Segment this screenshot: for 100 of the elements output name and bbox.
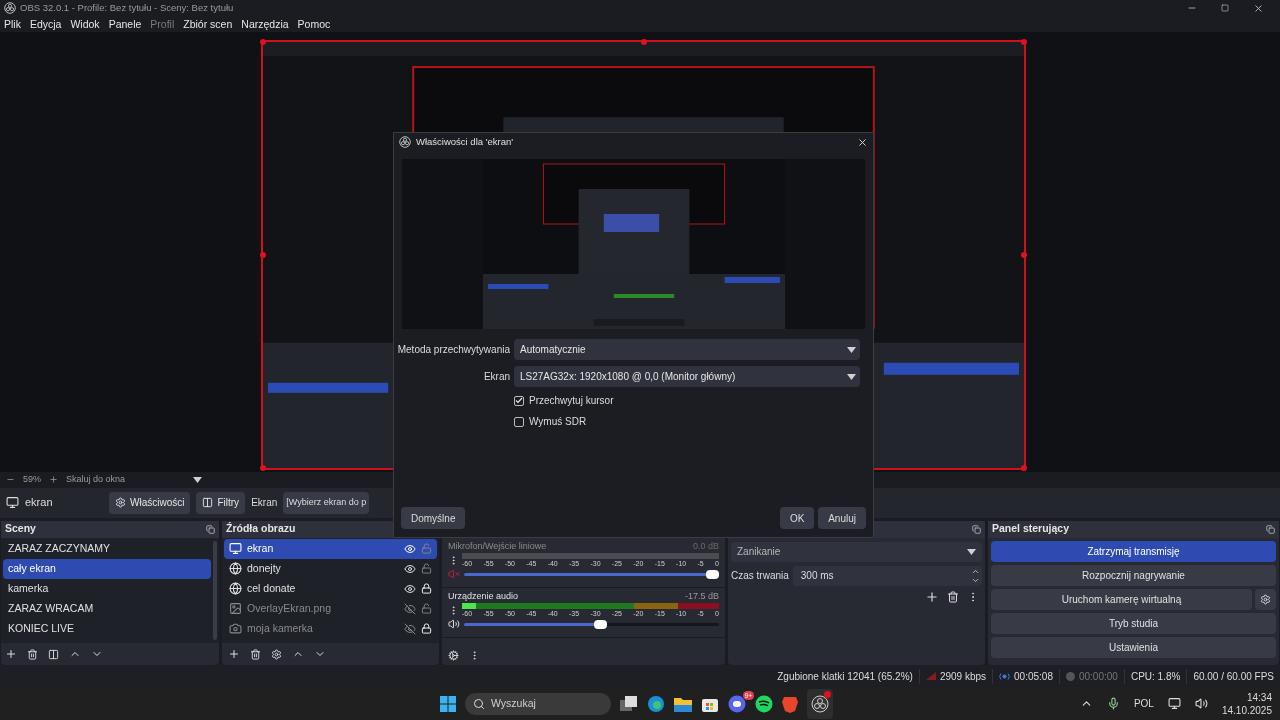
- source-item[interactable]: moja kamerka: [224, 618, 437, 639]
- volume-icon[interactable]: [1194, 697, 1208, 711]
- zoom-level: 59%: [23, 472, 41, 486]
- display-dropdown[interactable]: [Wybierz ekran do p: [283, 491, 370, 514]
- properties-button[interactable]: Właściwości: [109, 491, 191, 514]
- source-name: OverlayEkran.png: [247, 600, 333, 616]
- eye-off-icon[interactable]: [404, 602, 416, 615]
- window-title: OBS 32.0.1 - Profile: Bez tytułu - Sceny: Bez tytułu: [20, 1, 234, 16]
- stream-time: 00:05:08: [1014, 669, 1053, 684]
- microphone-icon[interactable]: [1106, 697, 1120, 711]
- streaming-icon: [999, 671, 1011, 681]
- channel-name: Mikrofon/Wejście liniowe: [448, 539, 547, 553]
- menu-item[interactable]: Plik: [4, 16, 21, 33]
- scene-item[interactable]: kamerka: [3, 578, 211, 599]
- eye-off-icon[interactable]: [404, 622, 416, 635]
- scene-item[interactable]: cały ekran: [3, 558, 211, 579]
- duration-label: Czas trwania: [731, 569, 789, 584]
- menu-item[interactable]: Edycja: [29, 16, 62, 33]
- menu-item[interactable]: Panele: [108, 16, 142, 33]
- windows-start-icon[interactable]: [440, 695, 456, 712]
- volume-slider[interactable]: [464, 572, 719, 576]
- menu-item[interactable]: Zbiór scen: [183, 16, 233, 33]
- control-button[interactable]: Uruchom kamerę wirtualną: [991, 588, 1252, 610]
- channel-reading: -17.5 dB: [684, 589, 719, 603]
- add-icon[interactable]: [228, 648, 240, 661]
- add-icon[interactable]: [5, 648, 17, 661]
- virtual-camera-settings-button[interactable]: [1255, 588, 1276, 610]
- menu-item[interactable]: Widok: [70, 16, 100, 33]
- delete-icon[interactable]: [250, 648, 261, 660]
- zoom-in-icon[interactable]: [49, 475, 58, 485]
- dock-title: Panel sterujący: [992, 521, 1070, 537]
- speaker-icon[interactable]: [448, 618, 460, 631]
- menu-item[interactable]: Narzędzia: [241, 16, 289, 33]
- source-name: moja kamerka: [247, 620, 314, 636]
- unlock-icon[interactable]: [421, 563, 432, 575]
- browser-icon[interactable]: [647, 694, 665, 713]
- control-button[interactable]: Tryb studia: [991, 612, 1276, 634]
- clock-time[interactable]: 14:34: [1246, 690, 1272, 704]
- delete-icon[interactable]: [947, 590, 959, 603]
- control-button[interactable]: Rozpocznij nagrywanie: [991, 564, 1276, 586]
- undock-icon[interactable]: [1266, 524, 1275, 534]
- music-app-icon[interactable]: [755, 694, 773, 713]
- source-item[interactable]: ekran: [224, 538, 437, 559]
- task-view-icon[interactable]: [620, 695, 638, 712]
- resize-handle[interactable]: [260, 38, 266, 45]
- network-icon[interactable]: [1167, 697, 1181, 711]
- scale-mode-dropdown[interactable]: Skaluj do okna: [66, 472, 202, 487]
- scene-item[interactable]: ZARAZ ZACZYNAMY: [3, 538, 211, 559]
- settings-icon[interactable]: [271, 648, 282, 660]
- search-icon: [473, 697, 485, 710]
- lock-icon[interactable]: [421, 623, 432, 635]
- bitrate-icon: [925, 672, 936, 681]
- lion-browser-icon[interactable]: [782, 694, 798, 713]
- delete-icon[interactable]: [27, 648, 38, 660]
- filter-icon[interactable]: [48, 648, 59, 660]
- dock-title: Sceny: [5, 521, 36, 537]
- volume-slider[interactable]: [464, 622, 719, 626]
- control-button[interactable]: Ustawienia: [991, 636, 1276, 658]
- volume-thumb[interactable]: [593, 619, 607, 629]
- recording-icon: [1065, 671, 1075, 681]
- cancel-button[interactable]: Anuluj: [818, 507, 866, 529]
- defaults-button[interactable]: Domyślne: [401, 507, 466, 529]
- scene-item[interactable]: ZARAZ WRACAM: [3, 598, 211, 619]
- settings-icon: [115, 497, 126, 509]
- volume-thumb[interactable]: [706, 569, 719, 579]
- undock-icon[interactable]: [206, 524, 215, 534]
- eye-icon[interactable]: [404, 582, 416, 595]
- source-item[interactable]: cel donate: [224, 578, 437, 599]
- source-item[interactable]: OverlayEkran.png: [224, 598, 437, 619]
- record-time: 00:00:00: [1078, 669, 1118, 684]
- source-name: cel donate: [247, 580, 297, 596]
- folder-icon[interactable]: [674, 695, 692, 712]
- source-item[interactable]: donejty: [224, 558, 437, 579]
- resize-handle[interactable]: [1021, 464, 1027, 471]
- unlock-icon[interactable]: [421, 603, 432, 615]
- language-indicator[interactable]: POL: [1133, 696, 1154, 712]
- close-icon[interactable]: [1253, 2, 1264, 14]
- app-logo-icon: [4, 2, 16, 15]
- resize-handle[interactable]: [1021, 38, 1027, 45]
- control-button[interactable]: Zatrzymaj transmisję: [991, 540, 1276, 562]
- menu-item[interactable]: Pomoc: [297, 16, 331, 33]
- chat-app-icon[interactable]: [728, 694, 746, 713]
- filter-icon: [202, 497, 214, 509]
- eye-icon[interactable]: [404, 542, 416, 555]
- duration-field[interactable]: 300 ms: [792, 565, 982, 586]
- ok-button[interactable]: OK: [780, 507, 815, 529]
- add-icon[interactable]: [925, 589, 939, 604]
- scene-item[interactable]: KONIEC LIVE: [3, 618, 211, 639]
- advanced-audio-icon[interactable]: [448, 649, 459, 661]
- dropdown-caret-icon: [193, 476, 202, 483]
- resize-handle[interactable]: [260, 464, 266, 471]
- eye-icon[interactable]: [404, 562, 416, 575]
- filters-button[interactable]: Filtry: [196, 491, 246, 514]
- clock-date[interactable]: 14.10.2025: [1221, 703, 1272, 717]
- taskbar-search-field[interactable]: Wyszukaj: [465, 692, 611, 715]
- maximize-icon[interactable]: [1221, 4, 1229, 13]
- app-logo-icon[interactable]: [811, 694, 829, 713]
- transition-dropdown[interactable]: Zanikanie: [731, 541, 982, 562]
- lock-icon[interactable]: [421, 583, 432, 595]
- undock-icon[interactable]: [972, 524, 981, 534]
